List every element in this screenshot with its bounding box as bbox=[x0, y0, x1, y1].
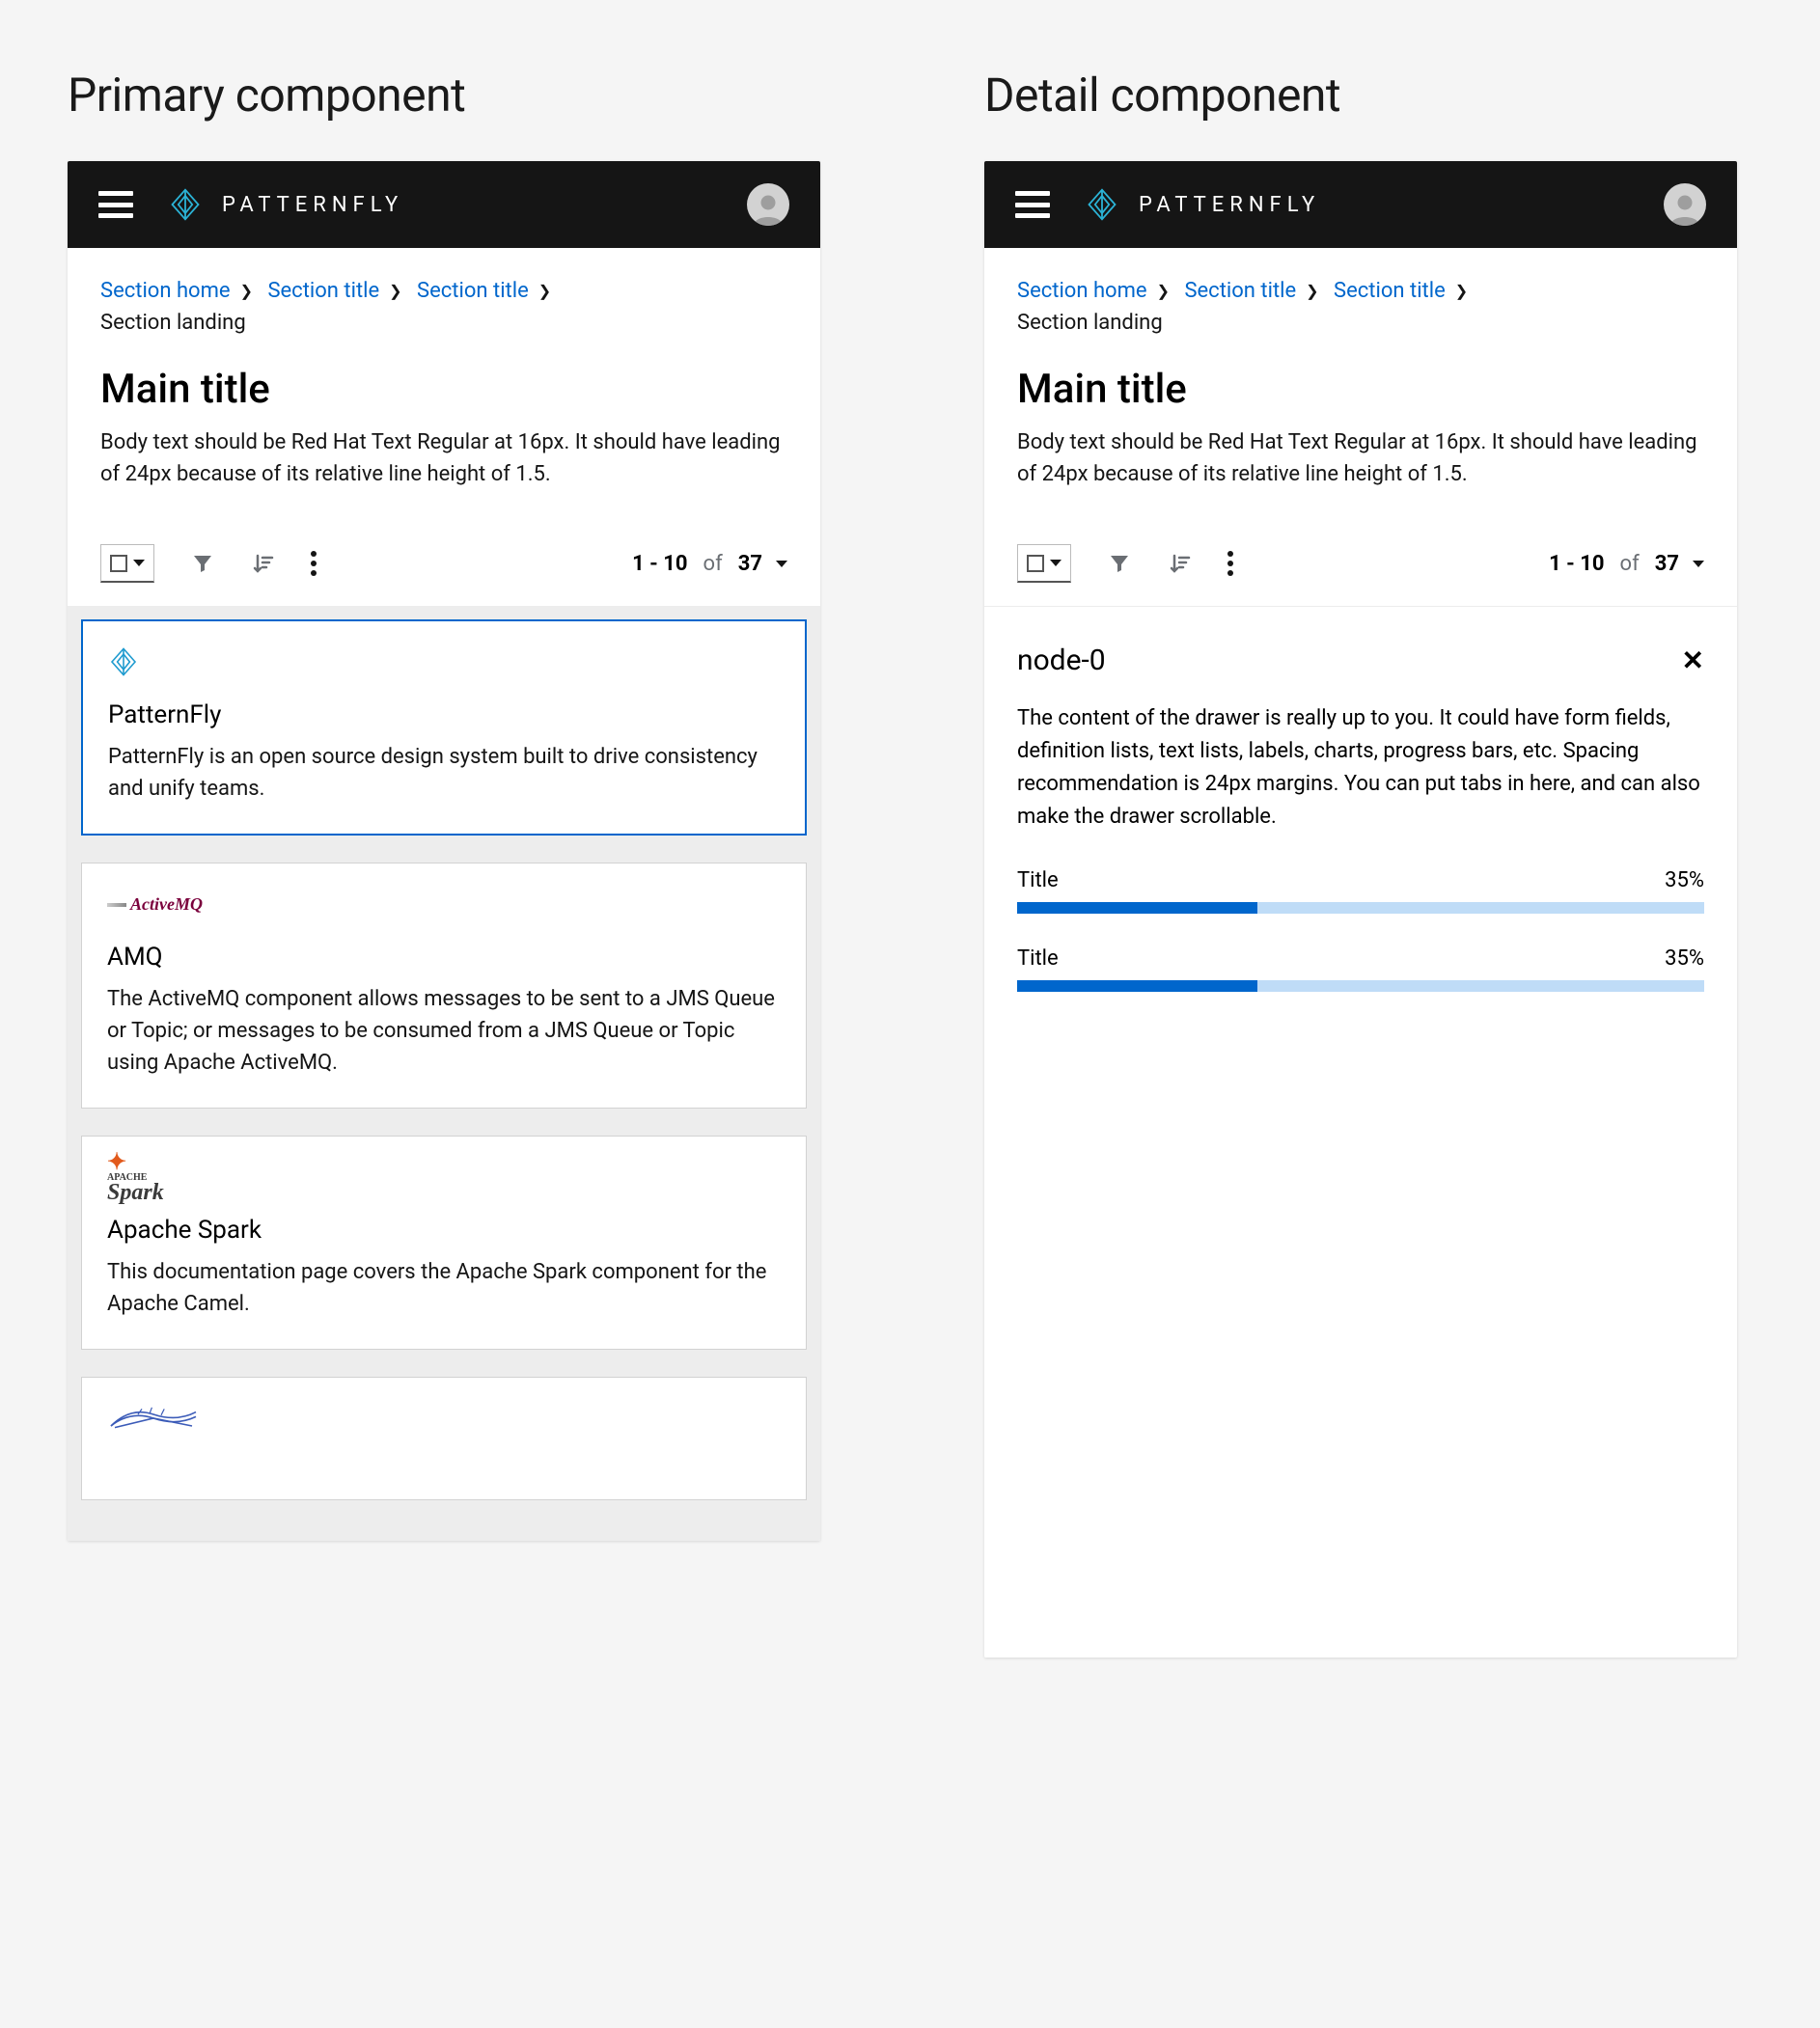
chevron-right-icon: ❯ bbox=[1455, 282, 1468, 300]
card-description: PatternFly is an open source design syst… bbox=[108, 741, 780, 805]
bulk-select[interactable] bbox=[100, 544, 154, 583]
page-body: Body text should be Red Hat Text Regular… bbox=[1017, 426, 1704, 490]
card-list: PatternFly PatternFly is an open source d… bbox=[68, 606, 820, 1541]
progress-fill bbox=[1017, 902, 1257, 914]
toolbar: 1 - 10 of 37 bbox=[984, 544, 1737, 606]
pagination[interactable]: 1 - 10 of 37 bbox=[1549, 552, 1704, 576]
pagination-of: of bbox=[703, 552, 723, 576]
kebab-menu-icon[interactable] bbox=[1227, 551, 1233, 576]
detail-heading: Detail component bbox=[984, 68, 1737, 123]
progress-track bbox=[1017, 902, 1704, 914]
card-logo-icon: APACHESpark bbox=[107, 1162, 781, 1192]
detail-device: PATTERNFLY Section home ❯ Section title ❯ … bbox=[984, 161, 1737, 1658]
primary-column: Primary component PATTERNFLY bbox=[68, 68, 820, 1658]
pagination-range: 1 - 10 bbox=[632, 552, 687, 576]
progress-label: Title bbox=[1017, 868, 1059, 892]
pagination-of: of bbox=[1620, 552, 1640, 576]
breadcrumb-current: Section landing bbox=[1017, 311, 1163, 335]
progress-item: Title 35% bbox=[1017, 946, 1704, 992]
pagination-total: 37 bbox=[738, 552, 762, 576]
bulk-select[interactable] bbox=[1017, 544, 1071, 583]
card-item[interactable]: PatternFly PatternFly is an open source d… bbox=[81, 619, 807, 836]
card-title: PatternFly bbox=[108, 700, 780, 729]
page-body: Body text should be Red Hat Text Regular… bbox=[100, 426, 787, 490]
brand-name: PATTERNFLY bbox=[1139, 193, 1320, 217]
toolbar: 1 - 10 of 37 bbox=[68, 544, 820, 606]
brand-name: PATTERNFLY bbox=[222, 193, 403, 217]
card-description: This documentation page covers the Apach… bbox=[107, 1256, 781, 1320]
chevron-right-icon: ❯ bbox=[1306, 282, 1318, 300]
breadcrumb-link[interactable]: Section title bbox=[1334, 279, 1446, 303]
breadcrumb-link[interactable]: Section title bbox=[1184, 279, 1296, 303]
detail-column: Detail component PATTERNFLY bbox=[984, 68, 1737, 1658]
primary-device: PATTERNFLY Section home ❯ Section title ❯ … bbox=[68, 161, 820, 1541]
brand-logo-icon bbox=[1085, 187, 1119, 222]
sort-icon[interactable] bbox=[1168, 552, 1191, 575]
progress-item: Title 35% bbox=[1017, 868, 1704, 914]
progress-list: Title 35% Title 35% bbox=[1017, 868, 1704, 992]
breadcrumb: Section home ❯ Section title ❯ Section tit… bbox=[100, 275, 787, 339]
progress-track bbox=[1017, 980, 1704, 992]
card-item[interactable]: ActiveMQ AMQ The ActiveMQ component allows… bbox=[81, 863, 807, 1109]
menu-icon[interactable] bbox=[1015, 191, 1050, 218]
app-header: PATTERNFLY bbox=[68, 161, 820, 248]
pagination[interactable]: 1 - 10 of 37 bbox=[632, 552, 787, 576]
card-item[interactable]: APACHESpark Apache Spark This documentatio… bbox=[81, 1136, 807, 1350]
progress-percent: 35% bbox=[1665, 868, 1704, 892]
caret-down-icon bbox=[776, 561, 787, 567]
breadcrumb-current: Section landing bbox=[100, 311, 246, 335]
card-logo-icon bbox=[108, 646, 780, 677]
drawer-body: The content of the drawer is really up t… bbox=[1017, 702, 1704, 834]
card-logo-icon: ActiveMQ bbox=[107, 889, 781, 919]
checkbox-icon bbox=[1027, 555, 1044, 572]
breadcrumb: Section home ❯ Section title ❯ Section tit… bbox=[1017, 275, 1704, 339]
brand: PATTERNFLY bbox=[1085, 187, 1320, 222]
pagination-range: 1 - 10 bbox=[1549, 552, 1604, 576]
chevron-right-icon: ❯ bbox=[389, 282, 401, 300]
card-title: AMQ bbox=[107, 943, 781, 972]
sort-icon[interactable] bbox=[251, 552, 274, 575]
progress-label: Title bbox=[1017, 946, 1059, 971]
page-title: Main title bbox=[100, 366, 787, 413]
brand: PATTERNFLY bbox=[168, 187, 403, 222]
chevron-right-icon: ❯ bbox=[1157, 282, 1170, 300]
pagination-total: 37 bbox=[1655, 552, 1679, 576]
caret-down-icon bbox=[1693, 561, 1704, 567]
breadcrumb-link[interactable]: Section title bbox=[267, 279, 379, 303]
breadcrumb-link[interactable]: Section home bbox=[100, 279, 231, 303]
checkbox-icon bbox=[110, 555, 127, 572]
filter-icon[interactable] bbox=[191, 552, 214, 575]
brand-logo-icon bbox=[168, 187, 203, 222]
primary-content: Section home ❯ Section title ❯ Section tit… bbox=[68, 248, 820, 544]
breadcrumb-link[interactable]: Section title bbox=[417, 279, 529, 303]
filter-icon[interactable] bbox=[1108, 552, 1131, 575]
menu-icon[interactable] bbox=[98, 191, 133, 218]
app-header: PATTERNFLY bbox=[984, 161, 1737, 248]
kebab-menu-icon[interactable] bbox=[311, 551, 317, 576]
caret-down-icon bbox=[1050, 560, 1062, 566]
close-icon[interactable]: ✕ bbox=[1682, 644, 1704, 676]
detail-content: Section home ❯ Section title ❯ Section tit… bbox=[984, 248, 1737, 544]
drawer: node-0 ✕ The content of the drawer is re… bbox=[984, 606, 1737, 1658]
primary-heading: Primary component bbox=[68, 68, 820, 123]
chevron-right-icon: ❯ bbox=[240, 282, 253, 300]
drawer-title: node-0 bbox=[1017, 644, 1106, 677]
progress-fill bbox=[1017, 980, 1257, 992]
avatar[interactable] bbox=[1664, 183, 1706, 226]
chevron-right-icon: ❯ bbox=[538, 282, 551, 300]
card-description: The ActiveMQ component allows messages t… bbox=[107, 983, 781, 1079]
caret-down-icon bbox=[133, 560, 145, 566]
card-logo-icon bbox=[107, 1403, 781, 1434]
breadcrumb-link[interactable]: Section home bbox=[1017, 279, 1147, 303]
card-item[interactable] bbox=[81, 1377, 807, 1500]
page-title: Main title bbox=[1017, 366, 1704, 413]
avatar[interactable] bbox=[747, 183, 789, 226]
card-title: Apache Spark bbox=[107, 1216, 781, 1245]
progress-percent: 35% bbox=[1665, 946, 1704, 971]
